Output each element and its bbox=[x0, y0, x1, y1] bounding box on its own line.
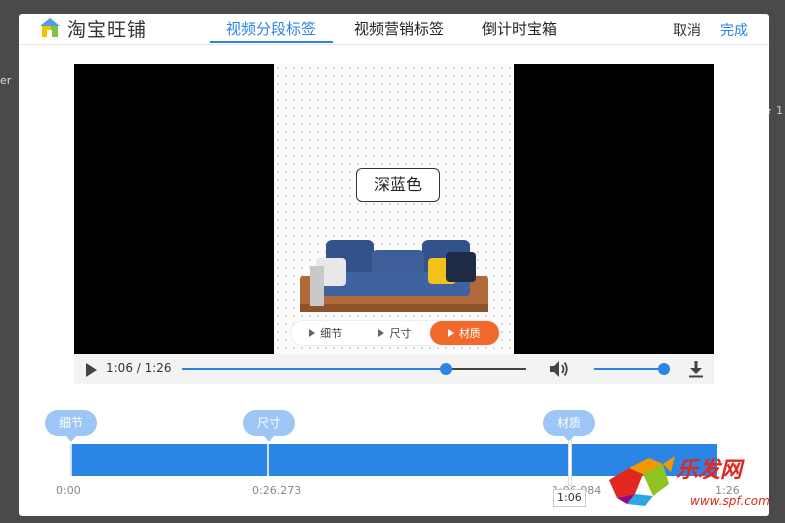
video-player[interactable]: 深蓝色 细节 尺寸 材质 1:06 / 1:26 bbox=[74, 64, 714, 384]
playhead-time-tooltip: 1:06 bbox=[553, 489, 586, 507]
timeline-marker-size[interactable]: 尺寸 bbox=[242, 410, 296, 442]
play-triangle-icon bbox=[447, 329, 454, 337]
chip-material[interactable]: 材质 bbox=[429, 321, 499, 345]
taobao-wangpu-logo: 淘宝旺铺 bbox=[39, 16, 148, 41]
background-text-left: er bbox=[0, 74, 12, 87]
logo-text: 淘宝旺铺 bbox=[67, 18, 148, 41]
sofa-image bbox=[300, 240, 488, 312]
timeline-marker-detail[interactable]: 细节 bbox=[44, 410, 98, 442]
done-button[interactable]: 完成 bbox=[720, 20, 748, 40]
timeline-marker-material[interactable]: 材质 bbox=[542, 410, 596, 442]
volume-icon[interactable] bbox=[549, 360, 569, 378]
tab-countdown-treasure-box[interactable]: 倒计时宝箱 bbox=[482, 18, 557, 39]
play-triangle-icon bbox=[309, 329, 316, 337]
chip-detail-label: 细节 bbox=[320, 327, 343, 340]
progress-handle[interactable] bbox=[439, 363, 452, 375]
active-tab-indicator bbox=[210, 41, 333, 43]
video-frame: 深蓝色 细节 尺寸 材质 bbox=[274, 64, 514, 354]
watermark-url: www.spf.com bbox=[690, 494, 770, 508]
chip-material-label: 材质 bbox=[458, 327, 481, 340]
timeline-tick-label: 0:26.273 bbox=[252, 484, 302, 497]
tab-video-marketing-tags[interactable]: 视频营销标签 bbox=[354, 18, 444, 39]
timeline-tick-label: 0:00 bbox=[56, 484, 81, 497]
segment-divider bbox=[267, 444, 269, 476]
play-icon[interactable] bbox=[86, 363, 97, 377]
volume-slider[interactable] bbox=[594, 368, 666, 370]
time-display: 1:06 / 1:26 bbox=[106, 361, 172, 375]
segment-divider bbox=[70, 444, 72, 476]
cancel-button[interactable]: 取消 bbox=[673, 20, 701, 40]
progress-bar[interactable] bbox=[182, 363, 526, 375]
timeline-playhead[interactable] bbox=[568, 440, 572, 486]
watermark-text: 乐发网 bbox=[676, 457, 743, 483]
progress-fill bbox=[182, 368, 446, 370]
chip-size[interactable]: 尺寸 bbox=[360, 321, 429, 345]
color-tag-label: 深蓝色 bbox=[356, 168, 440, 202]
shop-logo-icon bbox=[40, 18, 60, 37]
video-tag-editor-dialog: 淘宝旺铺 视频分段标签 视频营销标签 倒计时宝箱 取消 完成 深蓝色 细节 尺寸… bbox=[19, 14, 769, 516]
download-icon[interactable] bbox=[688, 360, 704, 378]
play-triangle-icon bbox=[378, 329, 385, 337]
tab-video-segment-tags[interactable]: 视频分段标签 bbox=[226, 18, 316, 39]
chip-detail[interactable]: 细节 bbox=[291, 321, 360, 345]
chip-size-label: 尺寸 bbox=[389, 327, 412, 340]
volume-handle[interactable] bbox=[658, 363, 670, 375]
dialog-header: 淘宝旺铺 视频分段标签 视频营销标签 倒计时宝箱 取消 完成 bbox=[19, 14, 769, 45]
watermark-logo-icon bbox=[609, 456, 675, 506]
segment-chip-bar: 细节 尺寸 材质 bbox=[290, 320, 500, 346]
player-control-bar: 1:06 / 1:26 bbox=[74, 354, 714, 384]
